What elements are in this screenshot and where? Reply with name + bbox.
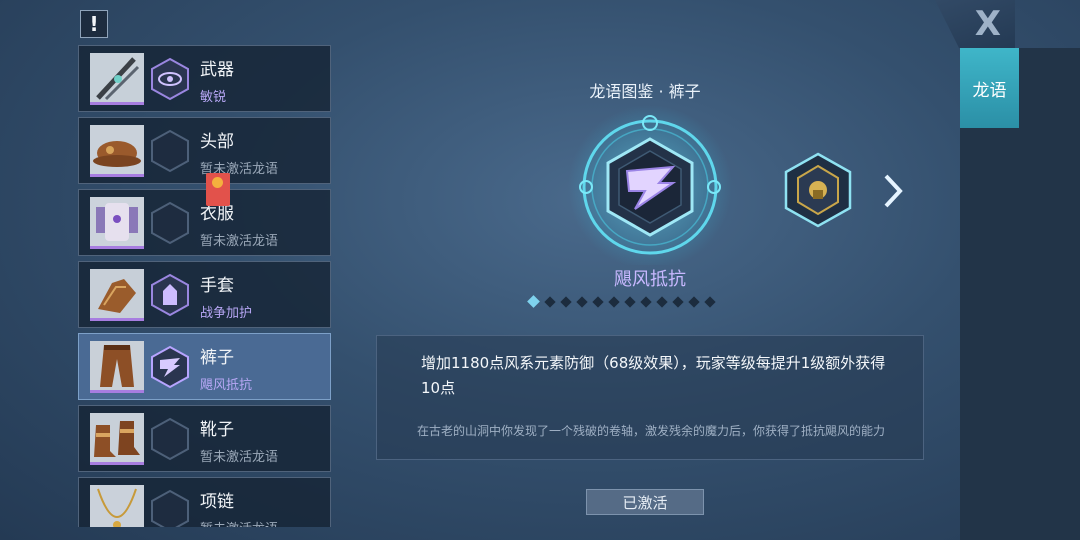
close-icon: X xyxy=(974,4,1001,44)
pagination-dot[interactable] xyxy=(656,295,668,308)
warrior-rune-icon xyxy=(148,273,192,317)
weapon-thumbnail xyxy=(90,53,144,105)
pagination-dot[interactable] xyxy=(576,295,588,308)
necklace-thumbnail xyxy=(90,485,144,527)
wind-rune-icon xyxy=(148,345,192,389)
equipment-slot-list[interactable]: 武器 敏锐 头部 暂未激活龙语 衣服 暂未激活龙语 手套 战争加护 裤子 飓风抵… xyxy=(78,45,333,527)
eye-rune-icon xyxy=(148,57,192,101)
pagination-dot[interactable] xyxy=(640,295,652,308)
slot-name: 武器 xyxy=(200,60,234,80)
empty-hex-icon xyxy=(148,489,192,527)
pagination-dot[interactable] xyxy=(688,295,700,308)
pagination-dot[interactable] xyxy=(527,295,540,308)
info-icon: ! xyxy=(89,12,99,36)
pagination-dot[interactable] xyxy=(560,295,572,308)
close-button[interactable]: X xyxy=(935,0,1015,48)
pagination-dot[interactable] xyxy=(608,295,620,308)
slot-name: 靴子 xyxy=(200,420,234,440)
next-arrow-icon[interactable] xyxy=(878,172,908,210)
slot-dragon-word: 飓风抵抗 xyxy=(200,378,253,393)
slot-name: 项链 xyxy=(200,492,234,512)
slot-dragon-word: 暂未激活龙语 xyxy=(200,518,278,527)
slot-boots[interactable]: 靴子 暂未激活龙语 xyxy=(78,405,331,472)
description-panel: 增加1180点风系元素防御（68级效果），玩家等级每提升1级额外获得10点 在古… xyxy=(376,335,924,460)
pagination-dot[interactable] xyxy=(672,295,684,308)
empty-hex-icon xyxy=(148,129,192,173)
empty-hex-icon xyxy=(148,201,192,245)
slot-dragon-word: 暂未激活龙语 xyxy=(200,234,279,249)
gloves-thumbnail xyxy=(90,269,144,321)
pagination-dot[interactable] xyxy=(544,295,556,308)
red-envelope-icon[interactable] xyxy=(206,173,230,206)
slot-head[interactable]: 头部 暂未激活龙语 xyxy=(78,117,331,184)
clothes-thumbnail xyxy=(90,197,144,249)
slot-dragon-word: 暂未激活龙语 xyxy=(200,450,279,465)
slot-dragon-word: 战争加护 xyxy=(200,306,253,321)
dragon-word-name: 飓风抵抗 xyxy=(614,269,686,290)
slot-gloves[interactable]: 手套 战争加护 xyxy=(78,261,331,328)
slot-pants[interactable]: 裤子 飓风抵抗 xyxy=(78,333,331,400)
pants-thumbnail xyxy=(90,341,144,393)
boots-thumbnail xyxy=(90,413,144,465)
pagination-dot[interactable] xyxy=(624,295,636,308)
slot-weapon[interactable]: 武器 敏锐 xyxy=(78,45,331,112)
tab-dragon-language[interactable]: 龙语 xyxy=(960,48,1019,128)
empty-hex-icon xyxy=(148,417,192,461)
slot-name: 头部 xyxy=(200,132,234,152)
effect-text: 增加1180点风系元素防御（68级效果），玩家等级每提升1级额外获得10点 xyxy=(421,354,886,397)
codex-title: 龙语图鉴 · 裤子 xyxy=(589,82,701,101)
locked-emblem-icon[interactable] xyxy=(782,150,854,230)
slot-necklace[interactable]: 项链 暂未激活龙语 xyxy=(78,477,331,527)
slot-clothes[interactable]: 衣服 暂未激活龙语 xyxy=(78,189,331,256)
lore-text: 在古老的山洞中你发现了一个残破的卷轴，激发残余的魔力后，你获得了抵抗飓风的能力 xyxy=(416,424,885,438)
pagination-dots xyxy=(527,295,716,308)
slot-dragon-word: 敏锐 xyxy=(200,90,227,105)
info-button[interactable]: ! xyxy=(80,10,108,38)
pagination-dot[interactable] xyxy=(592,295,604,308)
activated-status-button[interactable]: 已激活 xyxy=(586,489,704,515)
slot-name: 裤子 xyxy=(200,348,234,368)
wind-resistance-emblem-icon xyxy=(555,105,745,269)
pagination-dot[interactable] xyxy=(704,295,716,308)
slot-name: 手套 xyxy=(200,276,234,296)
head-thumbnail xyxy=(90,125,144,177)
